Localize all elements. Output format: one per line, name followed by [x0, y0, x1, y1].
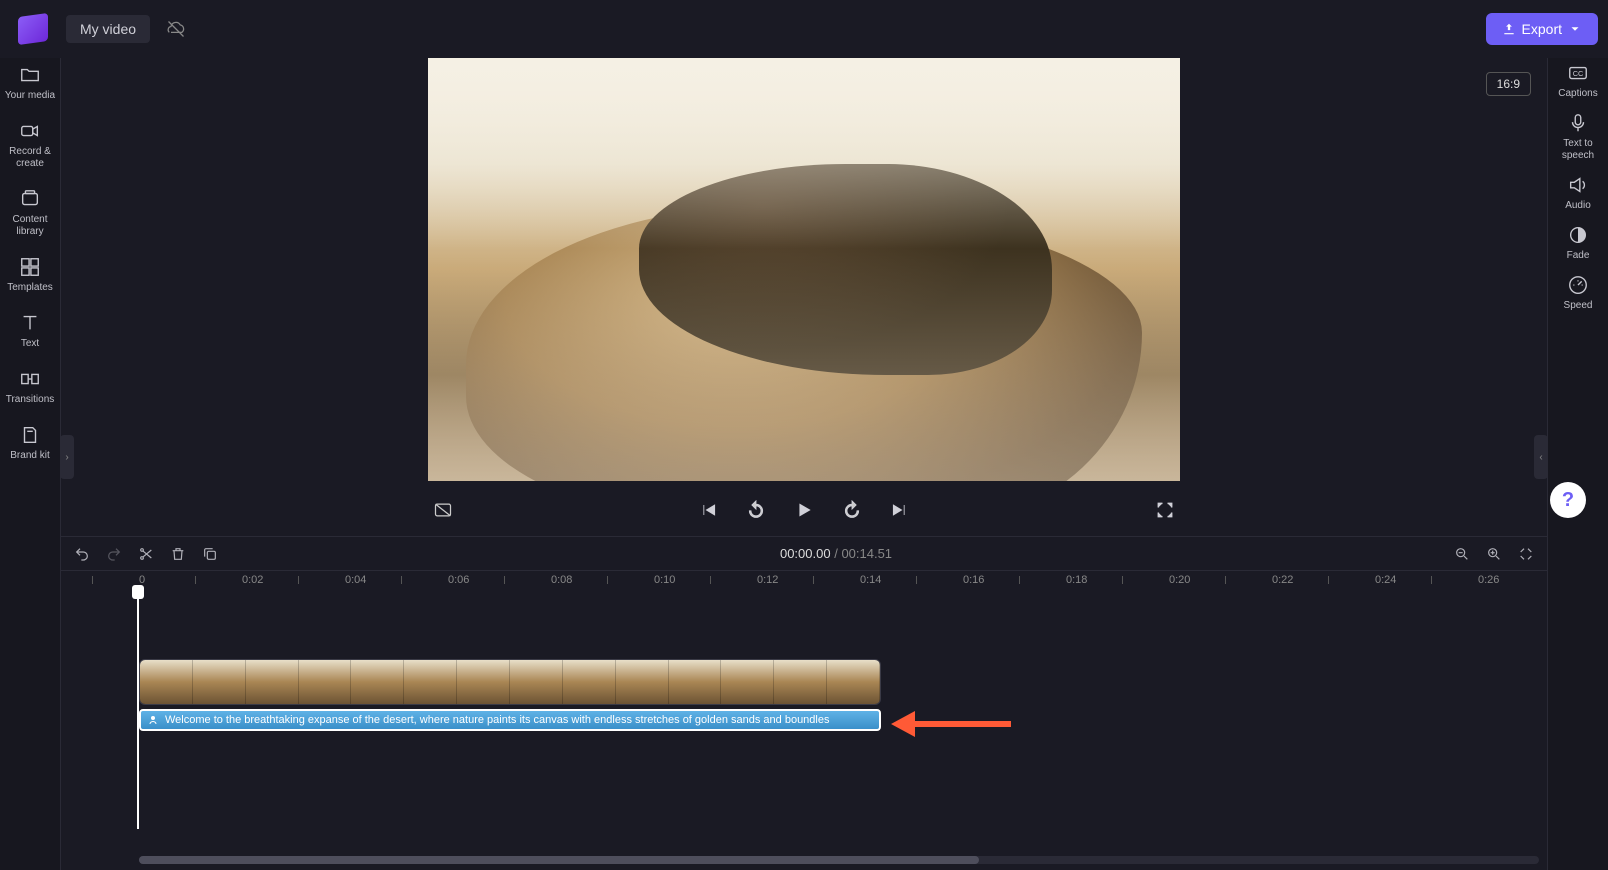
- zoom-out-button[interactable]: [1453, 545, 1471, 563]
- speaker-icon: [1567, 174, 1589, 196]
- export-label: Export: [1522, 21, 1562, 37]
- chevron-down-icon: [1568, 22, 1582, 36]
- tts-icon: [1567, 112, 1589, 134]
- delete-button[interactable]: [169, 545, 187, 563]
- sidebar-item-text-to-speech[interactable]: Text to speech: [1552, 112, 1604, 162]
- project-name-chip[interactable]: My video: [66, 15, 150, 43]
- ruler-tick: 0:26: [1478, 574, 1499, 586]
- sidebar-item-brand-kit[interactable]: Brand kit: [4, 424, 56, 462]
- sidebar-label: Content library: [4, 214, 56, 238]
- ruler-tick: 0:24: [1375, 574, 1396, 586]
- upload-icon: [1502, 22, 1516, 36]
- tracks-area[interactable]: Welcome to the breathtaking expanse of t…: [61, 593, 1547, 829]
- ruler-tick: 0:02: [242, 574, 263, 586]
- timeline[interactable]: 00:020:040:060:080:100:120:140:160:180:2…: [61, 570, 1547, 870]
- ruler-tick: 0:08: [551, 574, 572, 586]
- sidebar-label: Transitions: [6, 394, 55, 406]
- zoom-fit-button[interactable]: [1517, 545, 1535, 563]
- sidebar-label: Text to speech: [1552, 138, 1604, 162]
- sidebar-item-fade[interactable]: Fade: [1552, 224, 1604, 262]
- horizontal-scrollbar[interactable]: [139, 856, 1539, 864]
- transport-controls: [428, 489, 1180, 531]
- timeline-toolbar: 00:00.00 / 00:14.51: [61, 536, 1547, 570]
- ruler-tick: 0:06: [448, 574, 469, 586]
- undo-button[interactable]: [73, 545, 91, 563]
- duplicate-button[interactable]: [201, 545, 219, 563]
- sync-off-icon: [166, 19, 186, 39]
- video-clip[interactable]: [139, 659, 881, 705]
- time-ruler[interactable]: 00:020:040:060:080:100:120:140:160:180:2…: [61, 571, 1547, 593]
- split-button[interactable]: [137, 545, 155, 563]
- sidebar-label: Text: [21, 338, 39, 350]
- folder-icon: [19, 64, 41, 86]
- cc-icon: CC: [1567, 62, 1589, 84]
- ruler-tick: 0:12: [757, 574, 778, 586]
- current-time: 00:00.00: [780, 546, 831, 561]
- sidebar-label: Templates: [7, 282, 53, 294]
- fullscreen-button[interactable]: [1154, 499, 1176, 521]
- total-duration: 00:14.51: [841, 546, 892, 561]
- left-sidebar: Your media Record & create Content libra…: [0, 58, 60, 870]
- text-icon: [19, 312, 41, 334]
- left-panel-toggle[interactable]: ›: [60, 435, 74, 479]
- transitions-icon: [19, 368, 41, 390]
- timecode-display: 00:00.00 / 00:14.51: [780, 546, 892, 561]
- zoom-in-button[interactable]: [1485, 545, 1503, 563]
- sidebar-label: Captions: [1558, 88, 1597, 100]
- forward-button[interactable]: [841, 499, 863, 521]
- right-sidebar: CC Captions Text to speech Audio Fade Sp…: [1548, 58, 1608, 870]
- audio-clip-text: Welcome to the breathtaking expanse of t…: [165, 714, 829, 726]
- fade-icon: [1567, 224, 1589, 246]
- ruler-tick: 0:14: [860, 574, 881, 586]
- export-button[interactable]: Export: [1486, 13, 1598, 45]
- sidebar-item-content-library[interactable]: Content library: [4, 188, 56, 238]
- video-preview[interactable]: [428, 58, 1180, 481]
- sidebar-item-captions[interactable]: CC Captions: [1552, 62, 1604, 100]
- sidebar-item-text[interactable]: Text: [4, 312, 56, 350]
- playhead[interactable]: [137, 593, 139, 829]
- sidebar-label: Record & create: [4, 146, 56, 170]
- sidebar-item-record-create[interactable]: Record & create: [4, 120, 56, 170]
- right-panel-toggle[interactable]: ‹: [1534, 435, 1548, 479]
- aspect-ratio-selector[interactable]: 16:9: [1486, 72, 1531, 96]
- tts-audio-clip[interactable]: Welcome to the breathtaking expanse of t…: [139, 709, 881, 731]
- help-button[interactable]: ?: [1550, 482, 1586, 518]
- brandkit-icon: [19, 424, 41, 446]
- ruler-tick: 0:20: [1169, 574, 1190, 586]
- ruler-tick: 0:22: [1272, 574, 1293, 586]
- sidebar-item-speed[interactable]: Speed: [1552, 274, 1604, 312]
- ruler-tick: 0:10: [654, 574, 675, 586]
- sidebar-item-your-media[interactable]: Your media: [4, 64, 56, 102]
- camera-icon: [19, 120, 41, 142]
- annotation-arrow: [891, 711, 1011, 737]
- sidebar-item-transitions[interactable]: Transitions: [4, 368, 56, 406]
- redo-button[interactable]: [105, 545, 123, 563]
- play-button[interactable]: [793, 499, 815, 521]
- app-logo[interactable]: [18, 13, 48, 45]
- sidebar-item-templates[interactable]: Templates: [4, 256, 56, 294]
- svg-text:CC: CC: [1573, 69, 1584, 78]
- tts-icon: [147, 714, 159, 726]
- skip-back-button[interactable]: [697, 499, 719, 521]
- gauge-icon: [1567, 274, 1589, 296]
- sidebar-label: Your media: [5, 90, 55, 102]
- safe-zone-toggle[interactable]: [432, 499, 454, 521]
- ruler-tick: 0:04: [345, 574, 366, 586]
- sidebar-label: Audio: [1565, 200, 1591, 212]
- templates-icon: [19, 256, 41, 278]
- rewind-button[interactable]: [745, 499, 767, 521]
- ruler-tick: 0:18: [1066, 574, 1087, 586]
- sidebar-label: Fade: [1567, 250, 1590, 262]
- skip-forward-button[interactable]: [889, 499, 911, 521]
- library-icon: [19, 188, 41, 210]
- sidebar-item-audio[interactable]: Audio: [1552, 174, 1604, 212]
- preview-area: 16:9: [61, 58, 1547, 536]
- sidebar-label: Brand kit: [10, 450, 49, 462]
- sidebar-label: Speed: [1564, 300, 1593, 312]
- ruler-tick: 0:16: [963, 574, 984, 586]
